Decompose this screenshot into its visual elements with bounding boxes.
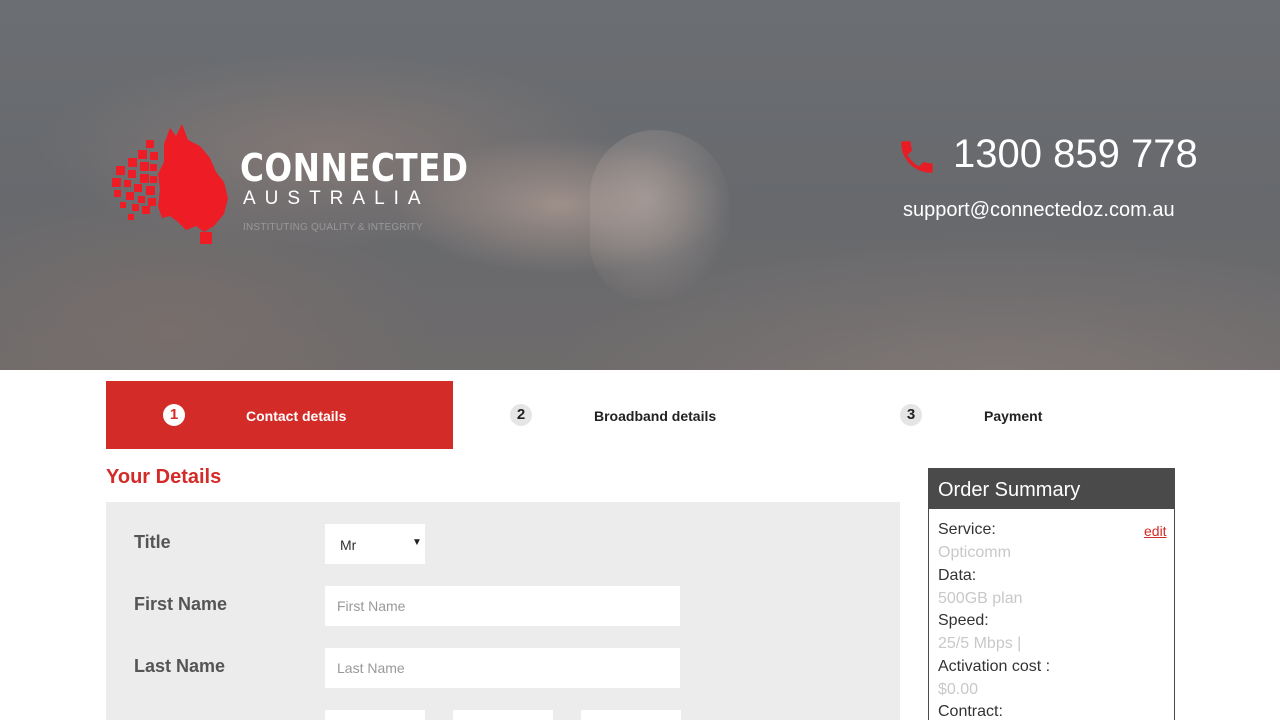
summary-contract-label: Contract:	[938, 703, 1003, 720]
dob-month-select[interactable]	[453, 710, 553, 720]
last-name-input[interactable]	[325, 648, 680, 688]
brand-subtitle: AUSTRALIA	[243, 188, 430, 209]
last-name-label: Last Name	[134, 656, 226, 676]
summary-activation-label: Activation cost :	[938, 658, 1051, 675]
summary-service-value: Opticomm	[938, 544, 1011, 561]
dob-year-select[interactable]	[581, 710, 681, 720]
chevron-down-icon: ▼	[412, 537, 422, 548]
title-select-value: Mr	[340, 537, 357, 553]
step-number: 2	[510, 404, 532, 426]
dob-day-select[interactable]	[325, 710, 425, 720]
step-number: 3	[900, 404, 922, 426]
hero-banner: CONNECTED AUSTRALIA INSTITUTING QUALITY …	[0, 0, 1280, 370]
step-number: 1	[163, 404, 185, 426]
first-name-input[interactable]	[325, 586, 680, 626]
summary-data-value: 500GB plan	[938, 590, 1023, 607]
step-contact-details[interactable]: 1 Contact details	[106, 381, 453, 449]
first-name-label: First Name	[134, 594, 228, 614]
step-label: Payment	[984, 408, 1043, 424]
summary-activation-value: $0.00	[938, 681, 979, 698]
edit-link[interactable]: edit	[1144, 523, 1167, 539]
details-form: Title Mr ▼ First Name Last Name	[106, 502, 900, 720]
order-summary: Order Summary edit Service: Opticomm Dat…	[928, 468, 1175, 720]
summary-data-label: Data:	[938, 567, 977, 584]
step-broadband-details[interactable]: 2 Broadband details	[453, 381, 803, 449]
summary-speed-label: Speed:	[938, 612, 989, 629]
step-payment[interactable]: 3 Payment	[803, 381, 1175, 449]
phone-number[interactable]: 1300 859 778	[953, 132, 1198, 177]
phone-icon	[901, 141, 933, 173]
checkout-steps: 1 Contact details 2 Broadband details 3 …	[106, 381, 1175, 449]
hero-background-image	[590, 130, 730, 300]
summary-speed-value: 25/5 Mbps |	[938, 635, 1022, 652]
section-title: Your Details	[106, 466, 222, 488]
support-email[interactable]: support@connectedoz.com.au	[903, 199, 1175, 222]
brand-name: CONNECTED	[240, 146, 469, 190]
step-label: Broadband details	[594, 408, 717, 424]
order-summary-title: Order Summary	[929, 469, 1174, 509]
brand-tagline: INSTITUTING QUALITY & INTEGRITY	[243, 222, 423, 233]
title-select[interactable]: Mr ▼	[325, 524, 425, 564]
step-label: Contact details	[246, 408, 347, 424]
title-label: Title	[134, 532, 171, 552]
summary-service-label: Service:	[938, 521, 996, 538]
